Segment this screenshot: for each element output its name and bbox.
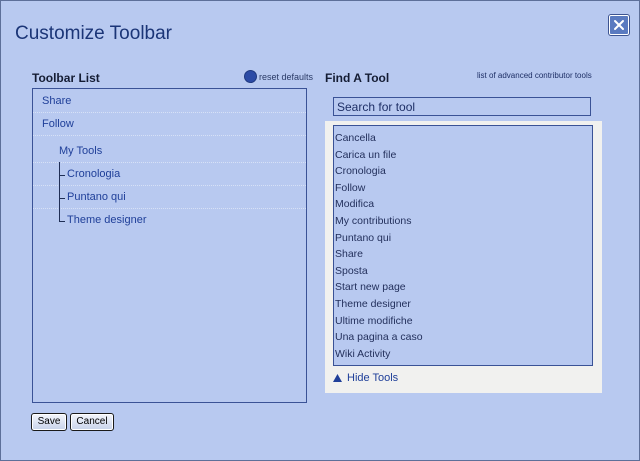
- tree-connector-line: [59, 162, 60, 222]
- close-button[interactable]: [609, 15, 629, 35]
- tool-item[interactable]: Cancella: [334, 130, 592, 147]
- tool-item[interactable]: Sposta: [334, 263, 592, 280]
- reset-circle-icon: [244, 70, 257, 83]
- tool-item[interactable]: Start new page: [334, 279, 592, 296]
- toolbar-item-share[interactable]: Share: [33, 90, 306, 113]
- find-tool-panel: CancellaCarica un fileCronologiaFollowMo…: [325, 89, 602, 393]
- tools-list: Cancella Carica un file Cronologia Follow Mo…: [333, 125, 593, 366]
- tool-item[interactable]: Wiki Activity: [334, 346, 592, 363]
- toolbar-item-cronologia[interactable]: Cronologia: [33, 163, 306, 186]
- dialog-title: Customize Toolbar: [15, 23, 173, 44]
- hide-tools-label: Hide Tools: [347, 372, 399, 384]
- tree-branch-line: [59, 175, 65, 176]
- toolbar-folder-my-tools[interactable]: My Tools: [33, 140, 306, 163]
- cancel-button[interactable]: Cancel: [70, 413, 114, 431]
- tool-item[interactable]: Theme designer: [334, 296, 592, 313]
- tool-item[interactable]: Cronologia: [334, 163, 592, 180]
- reset-defaults-label: reset defaults: [259, 71, 314, 82]
- toolbar-item-puntano-qui[interactable]: Puntano qui: [33, 186, 306, 209]
- toolbar-item-theme-designer[interactable]: Theme designer: [33, 209, 306, 232]
- toolbar-list: Share Follow My Tools Cronologia Puntano…: [32, 88, 307, 403]
- toolbar-item-label: Share: [42, 95, 72, 107]
- toolbar-item-label: Theme designer: [67, 214, 147, 226]
- toolbar-item-follow[interactable]: Follow: [33, 113, 306, 136]
- tree-branch-line: [59, 198, 65, 199]
- customize-toolbar-dialog: Customize Toolbar Toolbar List reset def…: [0, 0, 640, 461]
- reset-defaults-link[interactable]: reset defaults: [244, 70, 313, 83]
- tool-item[interactable]: Ultime modifiche: [334, 313, 592, 330]
- tool-item[interactable]: My contributions: [334, 213, 592, 230]
- toolbar-list-heading: Toolbar List: [32, 71, 100, 85]
- toolbar-item-label: Puntano qui: [67, 191, 126, 203]
- tool-item[interactable]: Follow: [334, 180, 592, 197]
- save-button[interactable]: Save: [31, 413, 67, 431]
- advanced-tools-link[interactable]: list of advanced contributor tools: [477, 71, 592, 80]
- tool-item[interactable]: Modifica: [334, 196, 592, 213]
- tool-item[interactable]: Carica un file: [334, 147, 592, 164]
- close-x-icon: [614, 20, 624, 30]
- tool-item[interactable]: Una pagina a caso: [334, 329, 592, 346]
- find-tool-heading: Find A Tool: [325, 71, 390, 85]
- triangle-up-icon: [333, 374, 342, 382]
- tool-item[interactable]: Share: [334, 246, 592, 263]
- toolbar-item-label: Cronologia: [67, 168, 121, 180]
- tool-item[interactable]: Puntano qui: [334, 230, 592, 247]
- search-tool-input[interactable]: [333, 97, 591, 116]
- toolbar-item-label: Follow: [42, 118, 74, 130]
- hide-tools-link[interactable]: Hide Tools: [333, 372, 398, 384]
- tree-branch-line: [59, 221, 65, 222]
- toolbar-item-label: My Tools: [59, 145, 103, 157]
